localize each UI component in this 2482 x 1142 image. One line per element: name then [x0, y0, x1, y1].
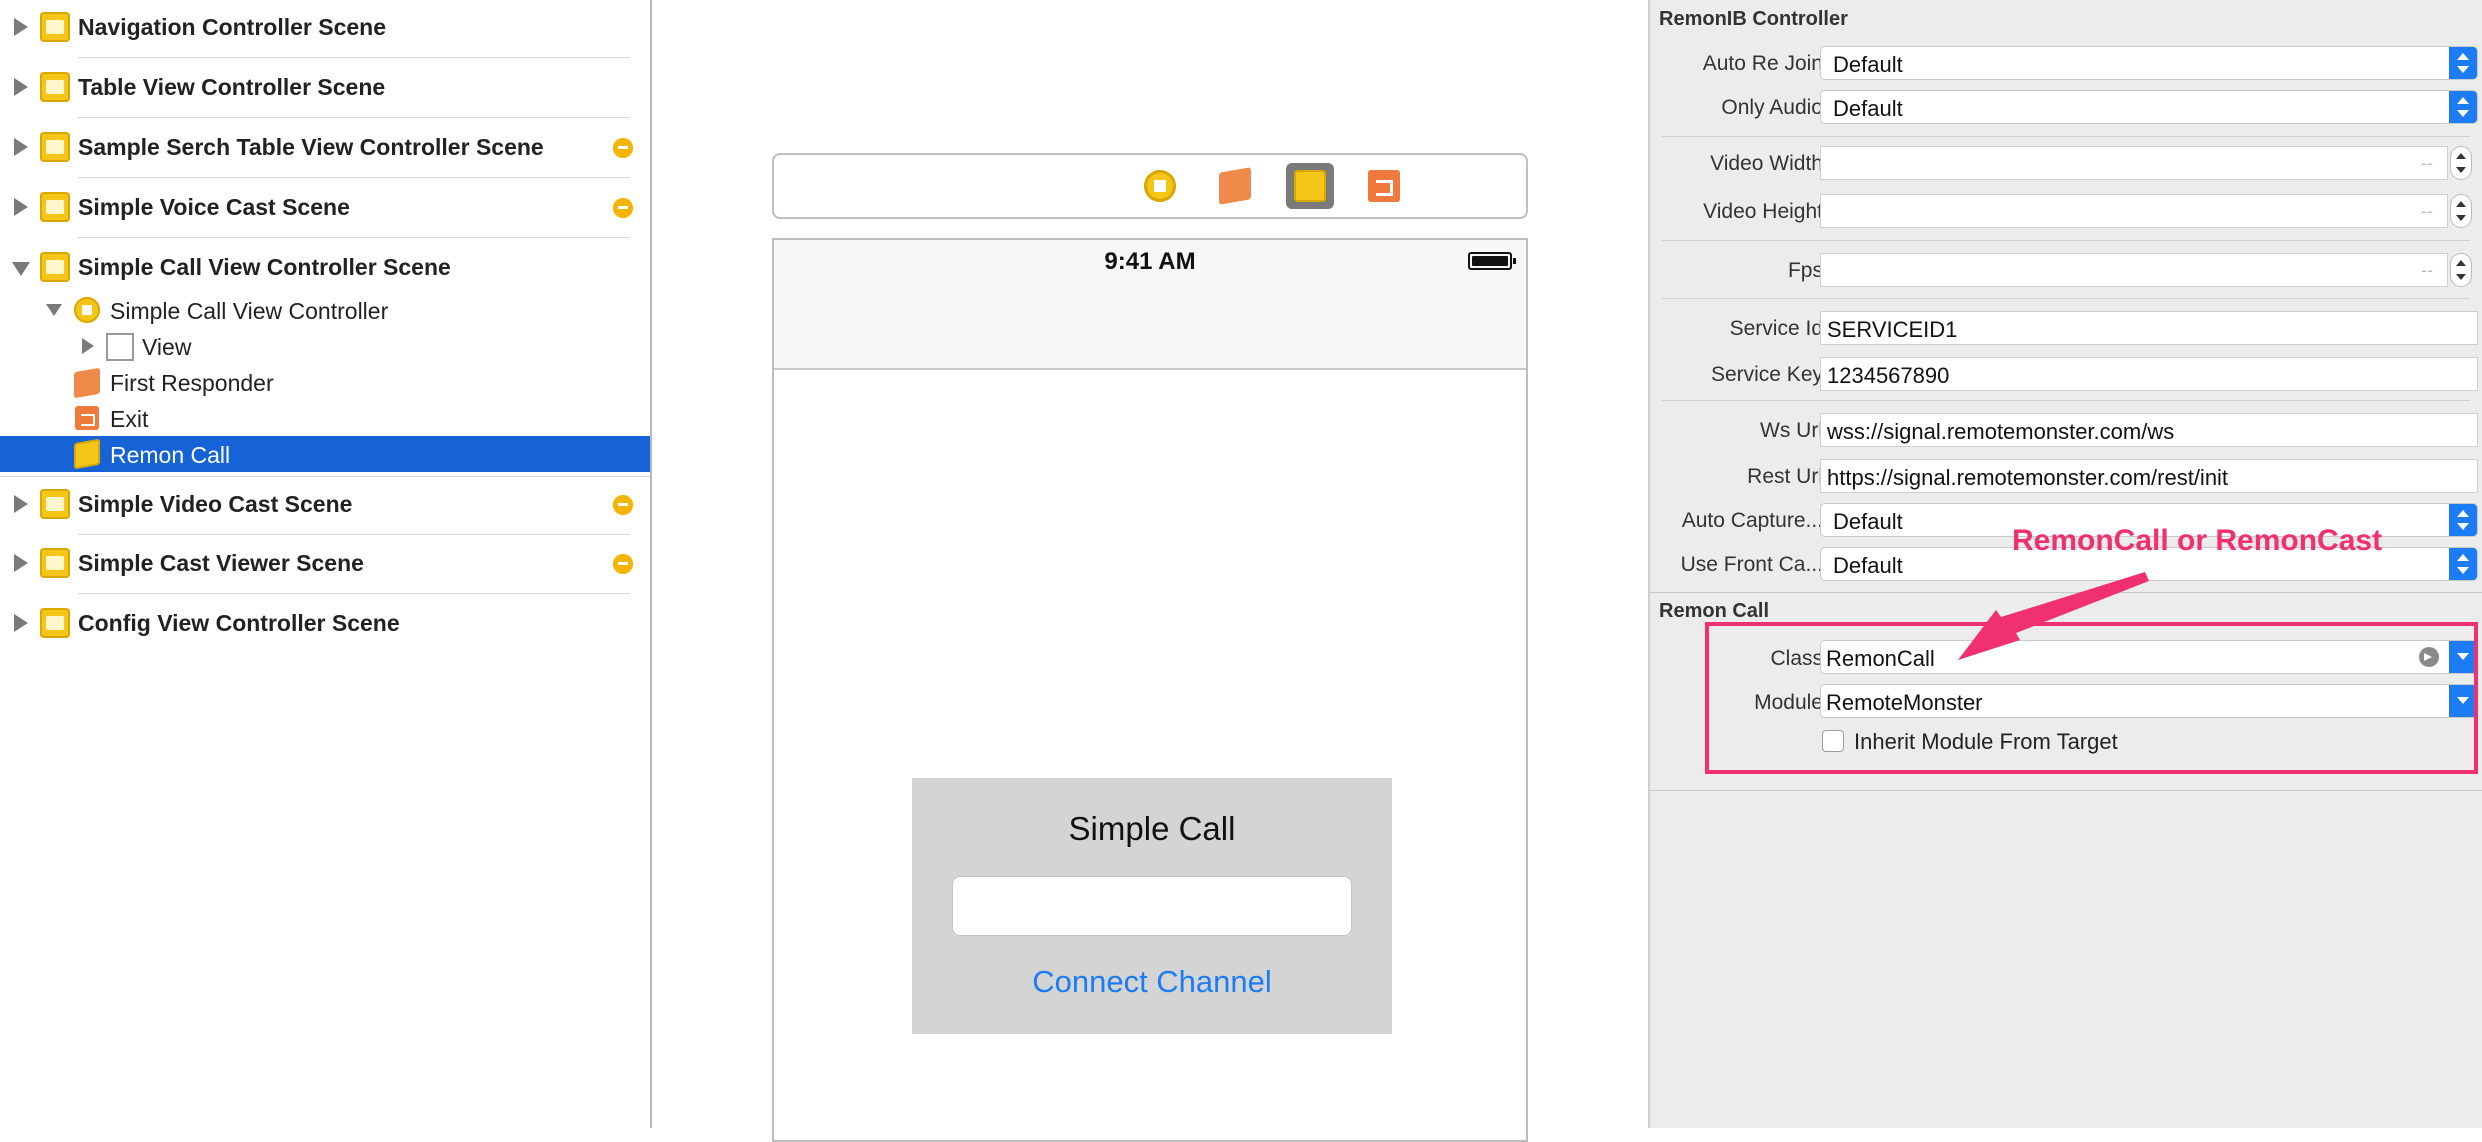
annotation-arrow-icon: [1958, 572, 2149, 660]
annotation-text: RemonCall or RemonCast: [2012, 524, 2383, 557]
